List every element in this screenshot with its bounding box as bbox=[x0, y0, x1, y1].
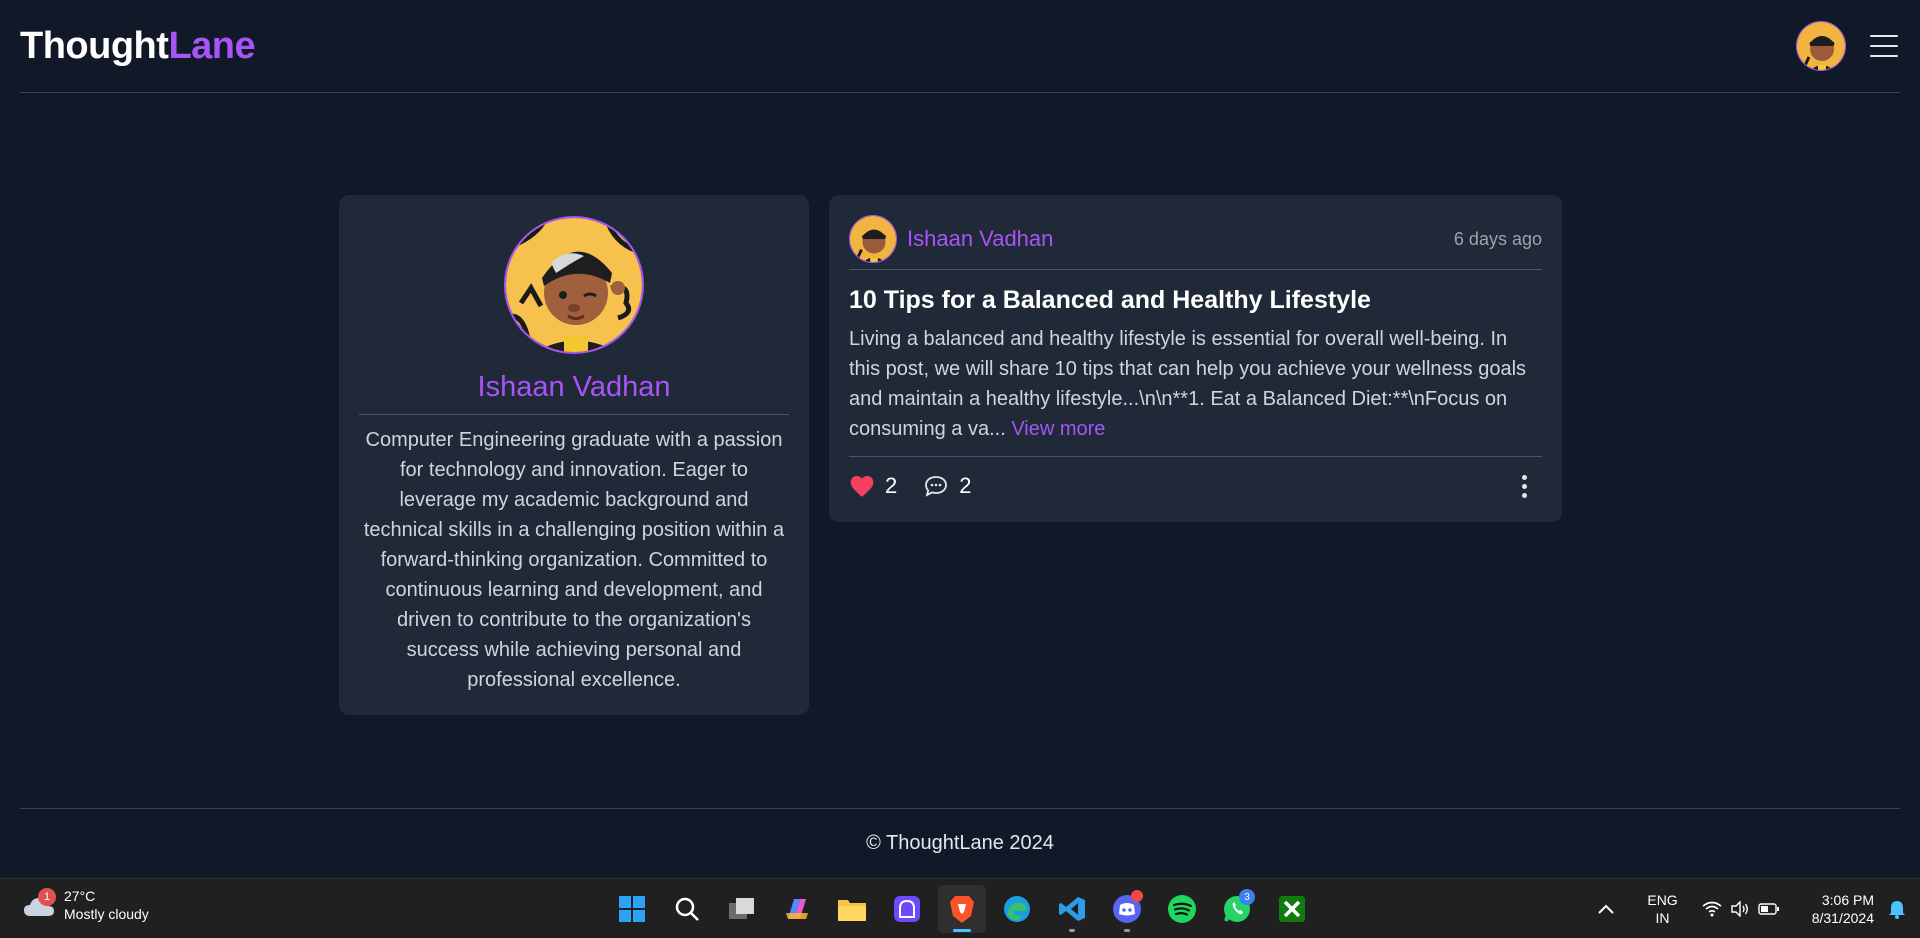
file-explorer-icon[interactable] bbox=[828, 885, 876, 933]
site-footer: © ThoughtLane 2024 bbox=[20, 808, 1900, 878]
windows-taskbar: 1 27°C Mostly cloudy 3 ENG IN 3:06 PM 8/… bbox=[0, 878, 1920, 938]
language-indicator[interactable]: ENG IN bbox=[1647, 891, 1677, 927]
clock-date: 8/31/2024 bbox=[1811, 910, 1874, 926]
menu-hamburger-icon[interactable] bbox=[1870, 35, 1898, 57]
profile-card: Ishaan Vadhan Computer Engineering gradu… bbox=[339, 195, 809, 715]
post-header: Ishaan Vadhan 6 days ago bbox=[849, 215, 1542, 265]
comment-count: 2 bbox=[959, 473, 972, 498]
system-tray: ENG IN 3:06 PM 8/31/2024 bbox=[1597, 879, 1906, 938]
footer-copyright: © ThoughtLane 2024 bbox=[866, 832, 1054, 854]
post-author-name[interactable]: Ishaan Vadhan bbox=[907, 226, 1053, 252]
system-clock[interactable]: 3:06 PM 8/31/2024 bbox=[1812, 891, 1874, 927]
weather-widget[interactable]: 1 27°C Mostly cloudy bbox=[22, 887, 149, 923]
profile-avatar bbox=[504, 216, 644, 355]
post-timestamp: 6 days ago bbox=[1453, 228, 1542, 249]
discord-notification-dot bbox=[1131, 890, 1143, 902]
chevron-up-icon[interactable] bbox=[1597, 903, 1615, 915]
profile-bio: Computer Engineering graduate with a pas… bbox=[363, 429, 785, 691]
logo-part-lane: Lane bbox=[168, 24, 256, 67]
user-avatar[interactable] bbox=[1796, 21, 1846, 71]
spotify-icon[interactable] bbox=[1158, 885, 1206, 933]
post-excerpt: Living a balanced and healthy lifestyle … bbox=[849, 324, 1542, 444]
like-button[interactable]: 2 bbox=[849, 473, 897, 499]
whatsapp-icon[interactable]: 3 bbox=[1213, 885, 1261, 933]
wifi-icon bbox=[1702, 901, 1722, 917]
brave-browser-icon[interactable] bbox=[938, 885, 986, 933]
post-author-avatar[interactable] bbox=[849, 215, 897, 263]
weather-badge: 1 bbox=[38, 888, 56, 906]
site-header: ThoughtLane bbox=[20, 0, 1900, 93]
weather-condition: Mostly cloudy bbox=[64, 906, 149, 922]
post-actions: 2 2 bbox=[849, 457, 1542, 515]
post-author[interactable]: Ishaan Vadhan bbox=[849, 215, 1053, 263]
battery-icon bbox=[1758, 903, 1779, 915]
whatsapp-badge: 3 bbox=[1239, 889, 1255, 905]
weather-temperature: 27°C bbox=[64, 888, 96, 904]
site-logo[interactable]: ThoughtLane bbox=[20, 24, 256, 68]
language-line2: IN bbox=[1655, 910, 1670, 926]
post-card: Ishaan Vadhan 6 days ago 10 Tips for a B… bbox=[829, 195, 1562, 522]
comment-icon bbox=[925, 476, 948, 497]
post-title[interactable]: 10 Tips for a Balanced and Healthy Lifes… bbox=[849, 284, 1542, 316]
windows-start-icon[interactable] bbox=[608, 885, 656, 933]
comment-button[interactable]: 2 bbox=[923, 473, 972, 499]
volume-icon bbox=[1731, 901, 1748, 917]
heart-icon bbox=[850, 476, 874, 497]
notification-bell-icon[interactable] bbox=[1888, 899, 1906, 919]
vscode-icon[interactable] bbox=[1048, 885, 1096, 933]
language-line1: ENG bbox=[1647, 892, 1678, 908]
xbox-icon[interactable] bbox=[1268, 885, 1316, 933]
task-view-icon[interactable] bbox=[718, 885, 766, 933]
post-divider-top bbox=[849, 269, 1542, 270]
taskbar-apps: 3 bbox=[608, 885, 1316, 933]
discord-icon[interactable] bbox=[1103, 885, 1151, 933]
cloud-icon: 1 bbox=[22, 888, 56, 922]
clock-time: 3:06 PM bbox=[1821, 892, 1874, 908]
view-more-link[interactable]: View more bbox=[1011, 418, 1105, 440]
like-count: 2 bbox=[885, 473, 898, 498]
profile-name: Ishaan Vadhan bbox=[477, 371, 671, 404]
post-excerpt-text: Living a balanced and healthy lifestyle … bbox=[849, 328, 1527, 440]
search-icon[interactable] bbox=[663, 885, 711, 933]
network-volume-battery[interactable] bbox=[1702, 901, 1780, 917]
copilot-icon[interactable] bbox=[773, 885, 821, 933]
logo-part-thought: Thought bbox=[20, 24, 169, 67]
more-options-icon[interactable] bbox=[1522, 474, 1527, 498]
proton-vpn-icon[interactable] bbox=[883, 885, 931, 933]
edge-browser-icon[interactable] bbox=[993, 885, 1041, 933]
profile-divider bbox=[359, 414, 789, 415]
